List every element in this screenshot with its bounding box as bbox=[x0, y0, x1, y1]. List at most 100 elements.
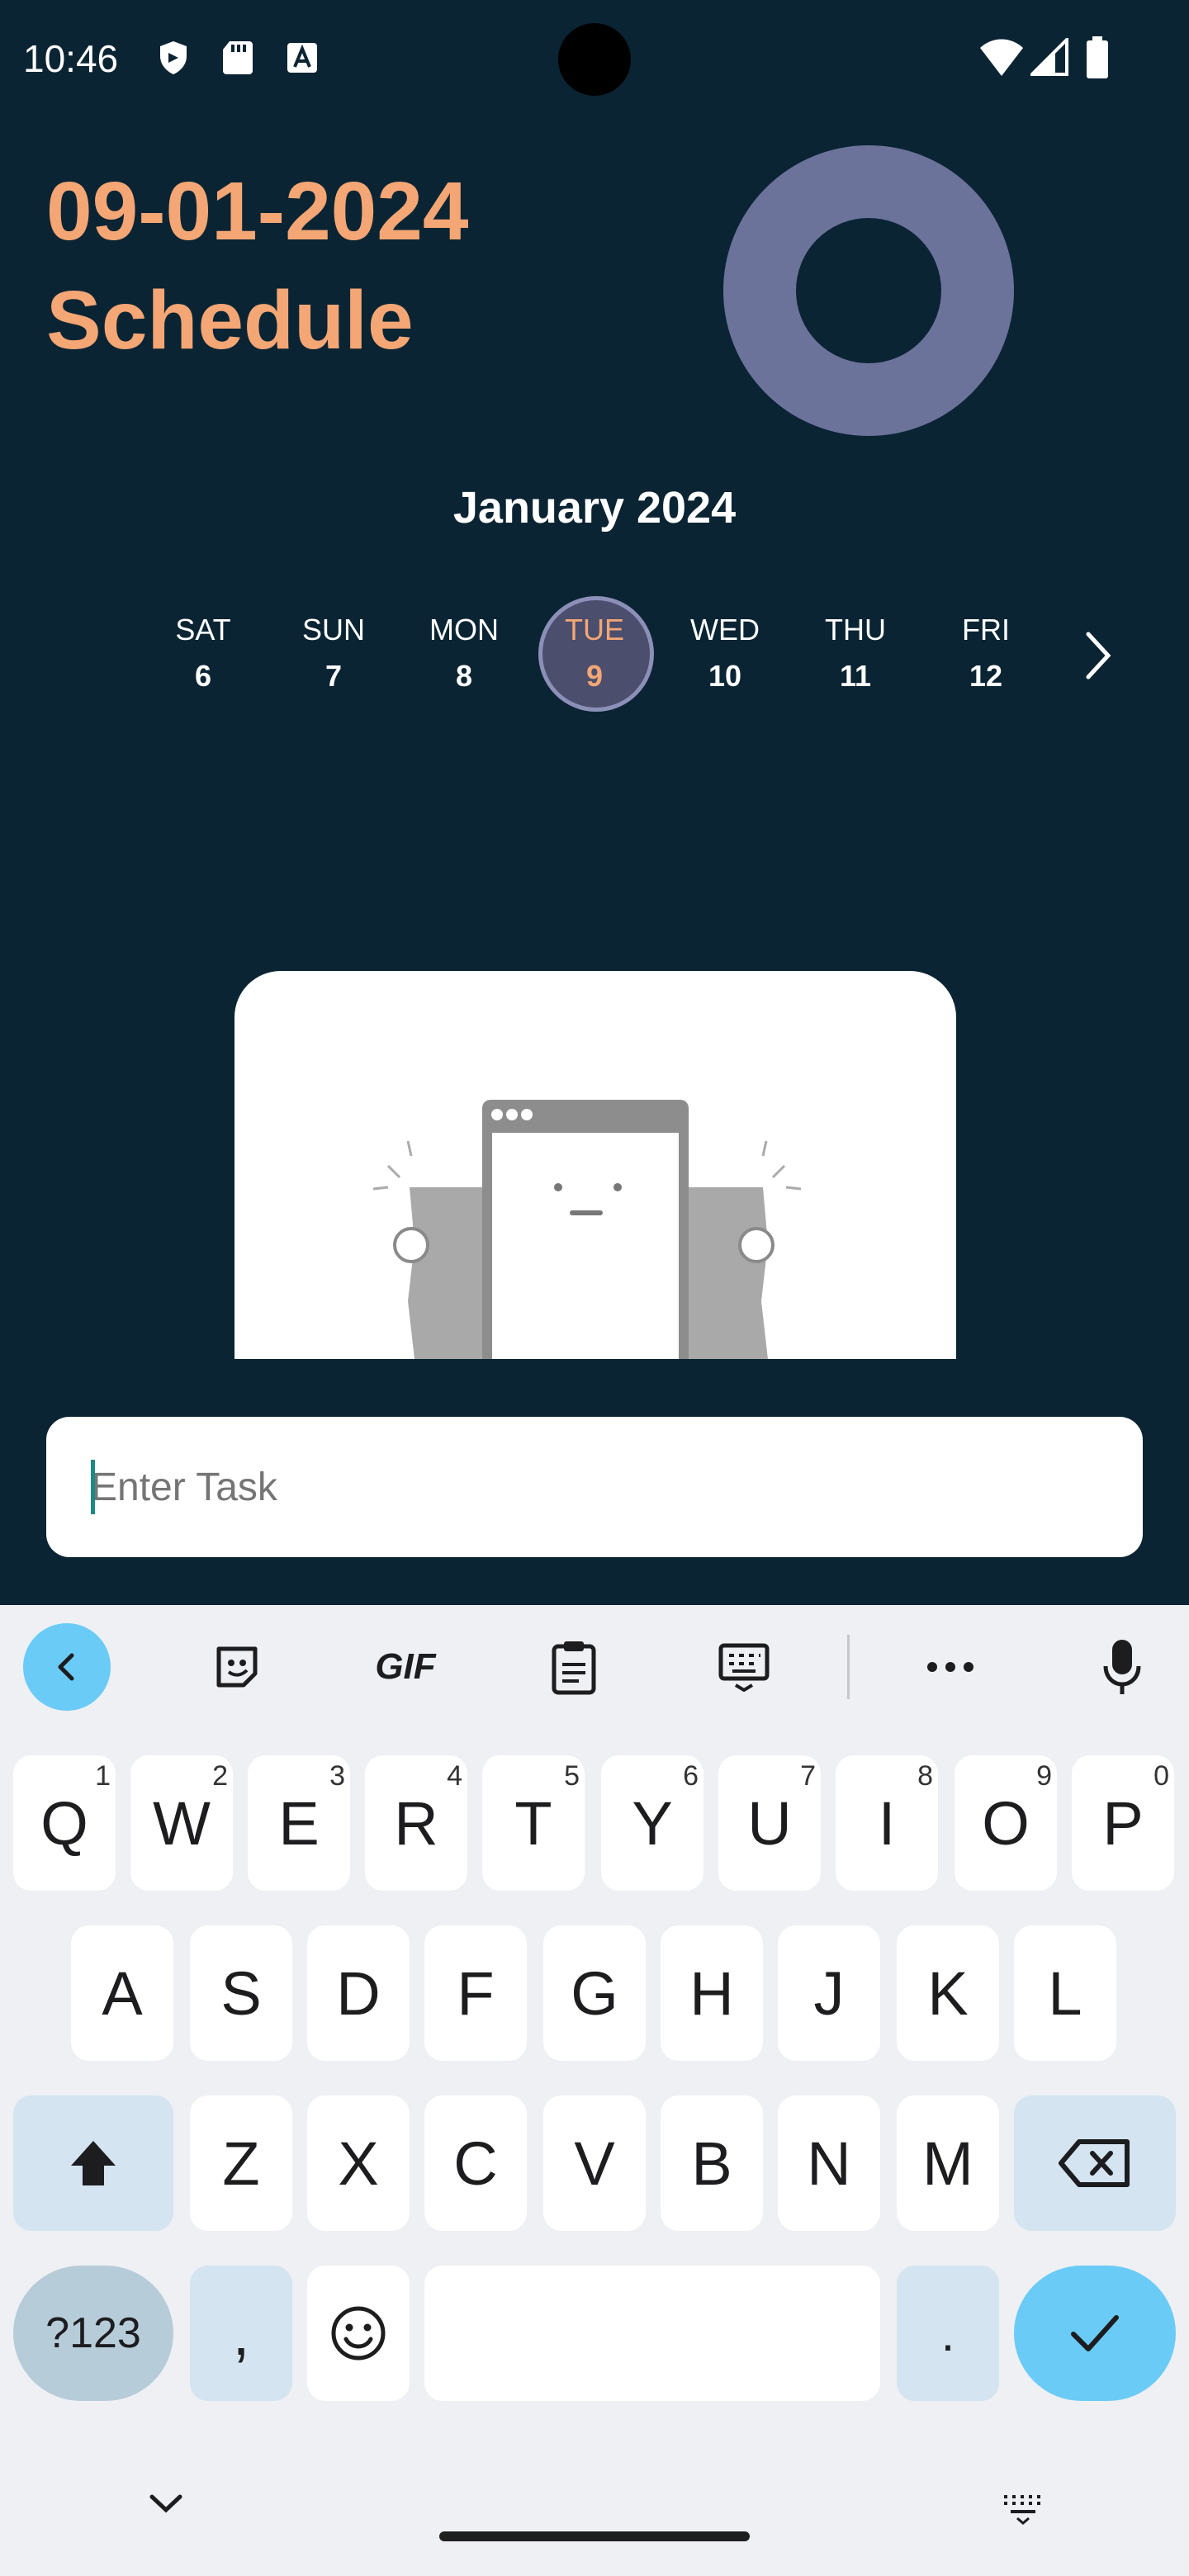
key-z[interactable]: Z bbox=[190, 2095, 292, 2231]
enter-key[interactable] bbox=[1014, 2266, 1176, 2401]
battery-icon bbox=[1087, 36, 1108, 78]
day-number: 10 bbox=[708, 659, 742, 693]
keyboard-switch-icon[interactable] bbox=[1001, 2492, 1047, 2525]
key-label: A bbox=[102, 1958, 143, 2028]
emoji-key[interactable] bbox=[307, 2266, 410, 2401]
key-j[interactable]: J bbox=[778, 1925, 880, 2061]
cell-signal-icon bbox=[1030, 38, 1068, 76]
key-n[interactable]: N bbox=[778, 2095, 880, 2231]
key-u[interactable]: U7 bbox=[718, 1755, 821, 1891]
day-number: 7 bbox=[324, 659, 343, 693]
key-b[interactable]: B bbox=[661, 2095, 763, 2231]
key-x[interactable]: X bbox=[307, 2095, 410, 2231]
status-bar: 10:46 bbox=[0, 0, 1189, 119]
key-s[interactable]: S bbox=[190, 1925, 292, 2061]
key-a[interactable]: A bbox=[71, 1925, 173, 2061]
day-number: 12 bbox=[969, 659, 1003, 693]
key-label: R bbox=[394, 1788, 438, 1858]
chevron-right-icon[interactable] bbox=[1077, 629, 1116, 682]
key-label: E bbox=[278, 1788, 320, 1858]
key-label: F bbox=[457, 1958, 495, 2028]
key-label: I bbox=[878, 1788, 896, 1858]
shift-key[interactable] bbox=[13, 2095, 173, 2231]
day-mon[interactable]: MON 8 bbox=[406, 594, 522, 718]
day-name: FRI bbox=[962, 613, 1010, 646]
key-v[interactable]: V bbox=[543, 2095, 646, 2231]
key-label: X bbox=[338, 2129, 379, 2198]
key-label: U bbox=[747, 1788, 792, 1858]
period-key[interactable]: . bbox=[897, 2266, 999, 2401]
day-name: TUE bbox=[565, 613, 624, 646]
day-thu[interactable]: THU 11 bbox=[798, 594, 913, 718]
day-number: 9 bbox=[585, 659, 604, 693]
key-label: J bbox=[813, 1958, 845, 2028]
day-sun[interactable]: SUN 7 bbox=[276, 594, 391, 718]
mic-icon[interactable] bbox=[1078, 1623, 1166, 1711]
comma-key[interactable]: , bbox=[190, 2266, 292, 2401]
key-label: , bbox=[232, 2299, 250, 2368]
key-q[interactable]: Q1 bbox=[13, 1755, 116, 1891]
key-label: Q bbox=[40, 1788, 88, 1858]
key-label: K bbox=[927, 1958, 969, 2028]
key-e[interactable]: E3 bbox=[248, 1755, 350, 1891]
hide-keyboard-icon[interactable] bbox=[147, 2492, 185, 2517]
key-t[interactable]: T5 bbox=[482, 1755, 585, 1891]
soft-keyboard: GIF Q1 W2 E3 R4 T5 Y6 U7 I8 O9 P0 A S D … bbox=[0, 1605, 1189, 2576]
key-label: G bbox=[571, 1958, 618, 2028]
key-label: B bbox=[691, 2129, 732, 2198]
day-sat[interactable]: SAT 6 bbox=[145, 594, 261, 718]
key-o[interactable]: O9 bbox=[955, 1755, 1057, 1891]
key-k[interactable]: K bbox=[897, 1925, 999, 2061]
clipboard-icon[interactable] bbox=[530, 1623, 618, 1711]
day-tue-selected[interactable]: TUE 9 bbox=[537, 594, 652, 718]
month-label: January 2024 bbox=[452, 483, 737, 533]
schedule-app: 10:46 09-01-2024 Schedule January 2024 S… bbox=[0, 0, 1189, 1605]
day-number: 11 bbox=[839, 659, 872, 693]
more-icon[interactable] bbox=[907, 1623, 994, 1711]
key-w[interactable]: W2 bbox=[130, 1755, 233, 1891]
key-i[interactable]: I8 bbox=[836, 1755, 938, 1891]
key-label: . bbox=[940, 2305, 955, 2361]
task-input[interactable] bbox=[46, 1417, 1143, 1557]
day-wed[interactable]: WED 10 bbox=[667, 594, 783, 718]
day-number: 8 bbox=[455, 659, 473, 693]
key-hint: 1 bbox=[95, 1760, 111, 1792]
key-label: S bbox=[220, 1958, 262, 2028]
backspace-key[interactable] bbox=[1014, 2095, 1176, 2231]
back-icon[interactable] bbox=[23, 1623, 111, 1711]
key-d[interactable]: D bbox=[307, 1925, 410, 2061]
sd-card-icon bbox=[223, 41, 253, 74]
backspace-icon bbox=[1059, 2139, 1130, 2187]
key-l[interactable]: L bbox=[1014, 1925, 1116, 2061]
key-h[interactable]: H bbox=[661, 1925, 763, 2061]
key-label: L bbox=[1048, 1958, 1082, 2028]
symbols-key[interactable]: ?123 bbox=[13, 2266, 173, 2401]
key-hint: 5 bbox=[564, 1760, 580, 1792]
gif-label: GIF bbox=[375, 1646, 436, 1687]
gesture-nav-handle[interactable] bbox=[439, 2531, 750, 2541]
keyboard-toolbar: GIF bbox=[0, 1605, 1189, 1729]
week-strip: SAT 6 SUN 7 MON 8 TUE 9 WED 10 THU 11 FR… bbox=[0, 594, 1189, 718]
key-label: C bbox=[453, 2129, 498, 2198]
key-c[interactable]: C bbox=[424, 2095, 527, 2231]
key-m[interactable]: M bbox=[897, 2095, 999, 2231]
key-hint: 8 bbox=[917, 1760, 933, 1792]
check-icon bbox=[1071, 2315, 1119, 2351]
key-label: P bbox=[1102, 1788, 1144, 1858]
day-number: 6 bbox=[194, 659, 212, 693]
key-p[interactable]: P0 bbox=[1072, 1755, 1174, 1891]
shift-icon bbox=[71, 2141, 116, 2185]
gif-icon[interactable]: GIF bbox=[362, 1623, 449, 1711]
key-f[interactable]: F bbox=[424, 1925, 527, 2061]
key-r[interactable]: R4 bbox=[365, 1755, 467, 1891]
keyboard-layout-icon[interactable] bbox=[700, 1623, 788, 1711]
progress-ring bbox=[723, 145, 1014, 436]
key-label: D bbox=[336, 1958, 381, 2028]
day-fri[interactable]: FRI 12 bbox=[928, 594, 1044, 718]
camera-cutout bbox=[558, 23, 631, 96]
key-label: V bbox=[574, 2129, 615, 2198]
sticker-icon[interactable] bbox=[193, 1623, 281, 1711]
key-g[interactable]: G bbox=[543, 1925, 646, 2061]
space-key[interactable] bbox=[424, 2266, 880, 2401]
key-y[interactable]: Y6 bbox=[601, 1755, 703, 1891]
